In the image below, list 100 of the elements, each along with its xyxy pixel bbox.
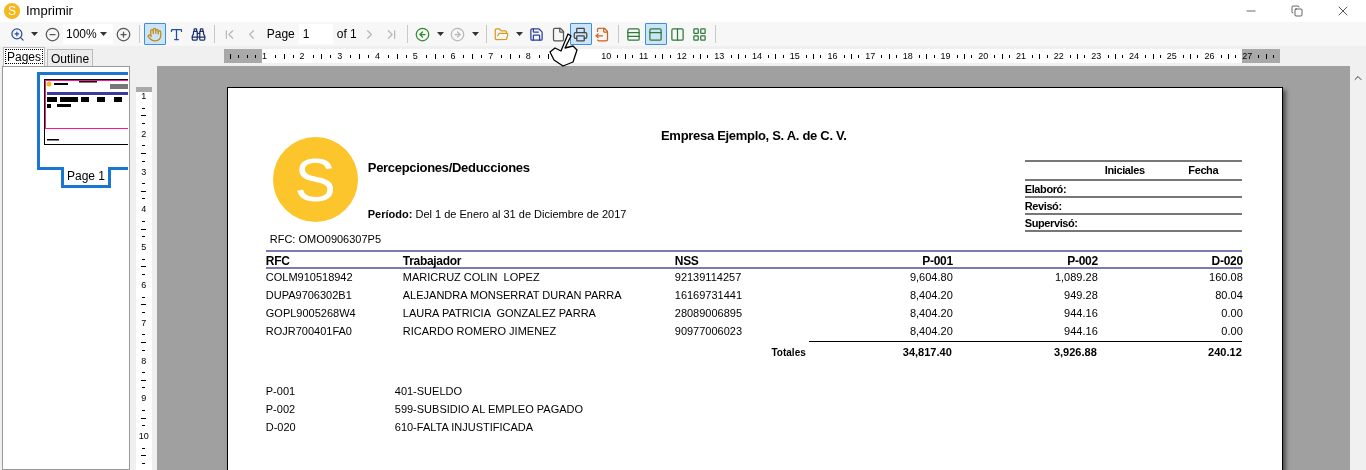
open-folder-icon — [494, 26, 510, 42]
export-icon — [595, 26, 611, 42]
total-cell-text: 240.12 — [1207, 344, 1242, 360]
table-cell-text: 8,404.20 — [908, 324, 953, 340]
table-cell-text: GOPL9005268W4 — [265, 306, 357, 322]
ruler-number: 9 — [141, 394, 147, 404]
table-cell-text: 944.16 — [1063, 324, 1098, 340]
page-width-button[interactable] — [644, 23, 667, 45]
multiple-pages-icon — [692, 26, 708, 42]
caret-icon[interactable] — [436, 32, 444, 36]
table-cell-text: 28089006895 — [674, 306, 744, 322]
signoff-label: Elaboró: — [1024, 182, 1067, 195]
ruler-number: 8 — [141, 356, 147, 366]
table-cell-text: RICARDO ROMERO JIMENEZ — [402, 324, 558, 340]
ruler-number: 22 — [1053, 51, 1064, 61]
page-thumbnail[interactable] — [37, 72, 128, 170]
page-total: of 1 — [336, 26, 357, 43]
ruler-number: 21 — [1015, 51, 1026, 61]
ruler-number: 27 — [1242, 51, 1253, 61]
column-header: NSS — [674, 252, 700, 270]
ruler-number: 23 — [1091, 51, 1102, 61]
text-select-icon — [169, 26, 185, 42]
ruler-number: 7 — [488, 51, 494, 61]
ruler-number: 25 — [1166, 51, 1177, 61]
table-cell-text: ROJR700401FA0 — [265, 324, 353, 340]
ruler-number: 14 — [752, 51, 763, 61]
table-cell-text: 1,089.28 — [1053, 270, 1098, 286]
table-cell-text: COLM910518942 — [265, 270, 354, 286]
table-cell-text: ALEJANDRA MONSERRAT DURAN PARRA — [402, 288, 623, 304]
find-icon — [191, 26, 207, 42]
app-logo: S — [4, 3, 20, 19]
table-cell-text: 8,404.20 — [908, 306, 953, 322]
ruler-number: 2 — [141, 129, 147, 139]
table-cell-text: 160.08 — [1208, 270, 1243, 286]
table-cell-text: 90977006023 — [674, 324, 744, 340]
zoom-icon — [9, 26, 25, 42]
legend-code: D-020 — [265, 420, 297, 436]
signoff-label: Revisó: — [1024, 199, 1062, 212]
table-cell-text: 9,604.80 — [908, 270, 953, 286]
legend-description: 599-SUBSIDIO AL EMPLEO PAGADO — [394, 402, 584, 418]
total-cell-text: 3,926.88 — [1052, 344, 1097, 360]
table-cell-text: 944.16 — [1063, 306, 1098, 322]
total-cell-text: 34,817.40 — [901, 344, 952, 360]
window-title: Imprimir — [26, 2, 73, 21]
single-page-icon — [626, 26, 642, 42]
table-cell-text: 8,404.20 — [908, 288, 953, 304]
zoom-field[interactable]: 100% — [63, 24, 113, 44]
restore-icon — [1291, 5, 1303, 17]
report-logo: S — [272, 137, 358, 222]
caret-icon[interactable] — [99, 32, 107, 36]
caret-icon[interactable] — [31, 32, 38, 36]
print-icon — [573, 26, 589, 42]
caret-icon[interactable] — [515, 32, 523, 36]
signoff-column-header: Iniciales — [1103, 163, 1146, 178]
side-tab[interactable]: Outline — [47, 49, 94, 66]
save-icon — [529, 26, 545, 42]
report-period: Período: Del 1 de Enero al 31 de Diciembre de 2017 — [367, 206, 627, 222]
ruler-number: 18 — [902, 51, 913, 61]
page-width-icon — [648, 26, 664, 42]
table-cell-text: MARICRUZ COLIN LOPEZ — [402, 270, 541, 286]
table-cell-text: 0.00 — [1220, 324, 1243, 340]
zoom-in-icon — [116, 26, 132, 42]
table-cell-text: LAURA PATRICIA GONZALEZ PARRA — [402, 306, 597, 322]
company-name: Empresa Ejemplo, S. A. de C. V. — [660, 127, 848, 144]
ruler-number: 12 — [676, 51, 687, 61]
ruler-number: 4 — [375, 51, 381, 61]
column-header: P-002 — [1066, 252, 1098, 270]
ruler-number: 1 — [141, 92, 147, 102]
legend-description: 610-FALTA INJUSTIFICADA — [394, 420, 534, 436]
table-cell-text: 92139114257 — [674, 270, 743, 286]
thumbnail-label[interactable]: Page 1 — [61, 167, 112, 188]
ruler-number: 1 — [261, 51, 267, 61]
page-field[interactable]: 1 — [298, 24, 333, 44]
table-cell-text: 0.00 — [1220, 306, 1243, 322]
ruler-number: 10 — [138, 432, 149, 442]
legend-description: 401-SUELDO — [394, 384, 463, 400]
ruler-number: 20 — [978, 51, 989, 61]
ruler-number: 4 — [141, 205, 147, 215]
ruler-number: 26 — [1204, 51, 1215, 61]
ruler-number: 13 — [714, 51, 725, 61]
hand-icon — [147, 26, 163, 42]
caret-icon[interactable] — [471, 32, 479, 36]
ruler-number: 10 — [601, 51, 612, 61]
hand-tool[interactable] — [143, 23, 166, 45]
company-rfc: RFC: OMO0906307P5 — [269, 232, 383, 247]
column-header: P-001 — [921, 252, 953, 270]
ruler-number: 19 — [940, 51, 951, 61]
table-cell-text: 949.28 — [1063, 288, 1098, 304]
column-header: RFC — [265, 252, 291, 270]
back-icon — [415, 26, 431, 42]
side-tab[interactable]: Pages — [3, 47, 46, 66]
ruler-number: 3 — [141, 167, 147, 177]
two-pages-icon — [670, 26, 686, 42]
ruler-number: 16 — [827, 51, 838, 61]
ruler-margin — [224, 49, 262, 63]
ruler-number: 17 — [865, 51, 876, 61]
table-cell-text: 16169731441 — [674, 288, 744, 304]
print-button[interactable] — [569, 23, 592, 45]
table-cell-text: 80.04 — [1214, 288, 1243, 304]
ruler-number: 24 — [1129, 51, 1140, 61]
